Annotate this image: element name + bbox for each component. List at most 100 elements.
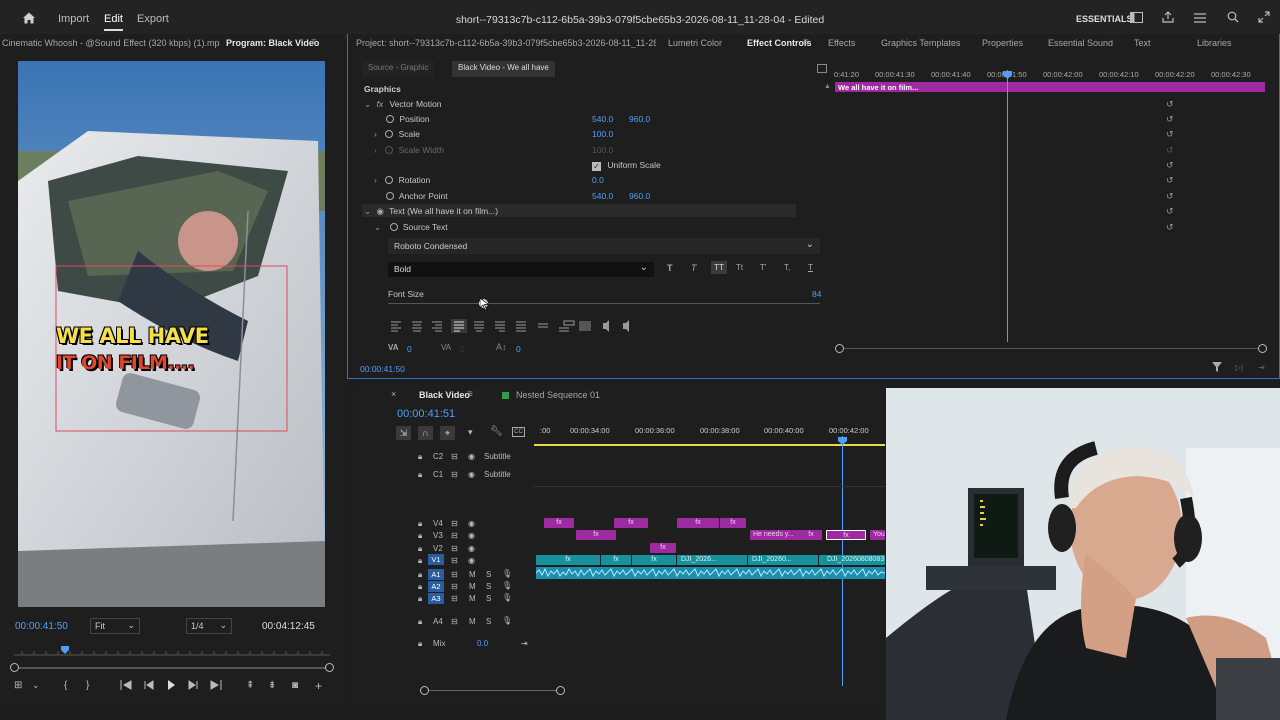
eye-icon[interactable]: ◉ [377, 206, 384, 216]
sync-lock-icon[interactable]: ⊟ [451, 470, 458, 479]
uniform-scale-row[interactable]: ✓ Uniform Scale [592, 160, 661, 171]
mute-button[interactable]: M [469, 617, 476, 626]
program-playhead[interactable] [60, 646, 69, 654]
track-id-v2[interactable]: V2 [433, 544, 443, 553]
scroll-handle-left[interactable] [420, 686, 429, 695]
effect-controls-tab[interactable]: Effect Controls [747, 38, 812, 48]
microphone-icon[interactable]: 🎙︎ [502, 616, 512, 625]
filter-icon[interactable] [1212, 362, 1222, 375]
anchor-y-value[interactable]: 960.0 [629, 191, 650, 201]
font-style-select[interactable]: Bold ⌄ [388, 262, 654, 277]
tracking-value[interactable]: 0 [460, 344, 465, 354]
lumetri-color-tab[interactable]: Lumetri Color [668, 38, 722, 48]
fx-clip[interactable]: fx [614, 518, 648, 528]
settings-icon[interactable]: ⊞ [14, 680, 22, 691]
scroll-handle-right[interactable] [556, 686, 565, 695]
fx-clip[interactable]: fx [720, 518, 746, 528]
lock-icon[interactable]: 🔒︎ [418, 594, 422, 604]
font-size-value[interactable]: 84 [812, 289, 821, 299]
captions-icon[interactable]: CC [512, 427, 525, 437]
solo-button[interactable]: S [486, 594, 491, 603]
lift-icon[interactable]: ⇞ [246, 680, 254, 691]
microphone-icon[interactable]: 🎙︎ [502, 593, 512, 602]
text-tab[interactable]: Text [1134, 38, 1151, 48]
subscript-button[interactable]: T, [784, 263, 790, 272]
source-monitor-tab[interactable]: Cinematic Whoosh - @Sound Effect (320 kb… [2, 38, 220, 48]
underline-button[interactable]: T [808, 263, 813, 272]
program-scrollbar[interactable] [14, 667, 332, 669]
eye-icon[interactable]: ◉ [468, 531, 475, 540]
eye-icon[interactable]: ◉ [468, 452, 475, 461]
position-y-value[interactable]: 960.0 [629, 114, 650, 124]
eye-icon[interactable]: ◉ [468, 470, 475, 479]
text-layer-row[interactable]: ⌄ ◉ Text (We all have it on film...) [364, 206, 498, 217]
kerning-value[interactable]: 0 [407, 344, 412, 354]
share-icon[interactable] [1160, 11, 1176, 27]
essential-sound-tab[interactable]: Essential Sound [1048, 38, 1113, 48]
fx-clip[interactable]: fx [650, 543, 676, 553]
graphics-templates-tab[interactable]: Graphics Templates [881, 38, 960, 48]
resolution-select[interactable]: 1/4 ⌄ [186, 618, 232, 634]
scroll-handle-left[interactable] [835, 344, 844, 353]
lock-icon[interactable]: 🔒︎ [418, 556, 422, 566]
track-id-c2[interactable]: C2 [433, 452, 443, 461]
reset-icon[interactable]: ↺ [1166, 100, 1176, 109]
reset-icon[interactable]: ↺ [1166, 207, 1176, 216]
play-audio-icon[interactable]: ▷| [1235, 363, 1243, 372]
eye-icon[interactable]: ◉ [468, 556, 475, 565]
step-forward-icon[interactable] [188, 680, 198, 693]
anchor-x-value[interactable]: 540.0 [592, 191, 613, 201]
track-id-a2[interactable]: A2 [428, 581, 444, 592]
linked-selection-icon[interactable]: ⌖ [440, 426, 455, 440]
project-tab[interactable]: Project: short--79313c7b-c112-6b5a-39b3-… [356, 38, 656, 48]
video-clip[interactable]: fx [536, 555, 600, 565]
mute-button[interactable]: M [469, 570, 476, 579]
triangle-up-icon[interactable]: ▲ [824, 83, 831, 90]
panel-menu-icon[interactable]: ≡ [467, 389, 473, 400]
sync-lock-icon[interactable]: ⊟ [451, 570, 458, 579]
video-clip-dji-3[interactable]: DJI_20260808083 [819, 555, 885, 565]
stopwatch-icon[interactable] [385, 130, 394, 138]
font-size-slider[interactable] [388, 299, 820, 308]
go-to-end-icon[interactable]: ⇥ [521, 639, 528, 648]
sync-lock-icon[interactable]: ⊟ [451, 452, 458, 461]
fx-clip[interactable]: fx [677, 518, 719, 528]
sync-lock-icon[interactable]: ⊟ [451, 617, 458, 626]
fx-clip[interactable]: fx [576, 530, 616, 540]
small-caps-button[interactable]: Tt [736, 263, 743, 272]
chevron-down-icon[interactable]: ⌄ [32, 680, 40, 691]
chevron-right-icon[interactable]: › [374, 175, 377, 185]
track-id-a1[interactable]: A1 [428, 569, 444, 580]
source-graphic-tab[interactable]: Source - Graphic [362, 61, 435, 77]
reset-icon[interactable]: ↺ [1166, 115, 1176, 124]
stopwatch-icon[interactable] [386, 115, 394, 123]
lock-icon[interactable]: 🔒︎ [418, 470, 422, 480]
play-icon[interactable] [166, 680, 176, 693]
reset-icon[interactable]: ↺ [1166, 130, 1176, 139]
solo-button[interactable]: S [486, 570, 491, 579]
stopwatch-icon[interactable] [386, 192, 394, 200]
timeline-ruler[interactable]: :00 00:00:34:00 00:00:36:00 00:00:38:00 … [534, 426, 885, 438]
track-id-v3[interactable]: V3 [433, 531, 443, 540]
track-id-v4[interactable]: V4 [433, 519, 443, 528]
timeline-tab[interactable]: Black Video [419, 390, 470, 400]
scroll-handle-right[interactable] [1258, 344, 1267, 353]
mark-in-icon[interactable]: { [64, 680, 67, 691]
mix-value[interactable]: 0.0 [477, 639, 488, 648]
eye-icon[interactable]: ◉ [468, 544, 475, 553]
ec-playhead-head[interactable] [1003, 71, 1012, 79]
track-id-a4[interactable]: A4 [433, 617, 443, 626]
effect-controls-timecode[interactable]: 00:00:41:50 [360, 364, 405, 374]
lock-icon[interactable]: 🔒︎ [418, 639, 422, 649]
toggle-timeline-view-icon[interactable] [817, 64, 827, 73]
sync-lock-icon[interactable]: ⊟ [451, 519, 458, 528]
nest-toggle-icon[interactable]: ⇲ [396, 426, 411, 440]
video-clip-dji-1[interactable]: DJI_2026... [677, 555, 747, 565]
program-timecode[interactable]: 00:00:41:50 [15, 621, 68, 632]
libraries-tab[interactable]: Libraries [1197, 38, 1232, 48]
stopwatch-icon[interactable] [385, 176, 394, 184]
mark-out-icon[interactable]: } [86, 680, 89, 691]
lock-icon[interactable]: 🔒︎ [418, 617, 422, 627]
program-monitor-tab[interactable]: Program: Black Video [226, 38, 319, 48]
fx-clip[interactable]: fx [800, 530, 822, 540]
